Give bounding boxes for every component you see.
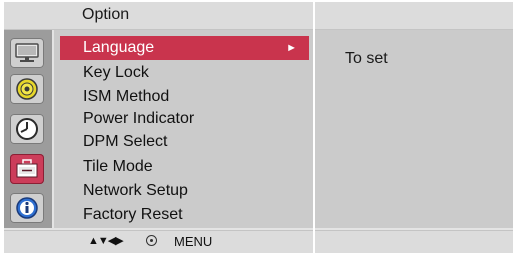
menu-item-tile-mode[interactable]: Tile Mode (60, 155, 309, 179)
menu-item-factory-reset[interactable]: Factory Reset (60, 203, 309, 227)
menu-item-label: Factory Reset (83, 206, 183, 223)
menu-item-label: Tile Mode (83, 158, 153, 175)
audio-disc-icon[interactable] (10, 74, 44, 104)
menu-item-key-lock[interactable]: Key Lock (60, 61, 309, 85)
menu-item-ism-method[interactable]: ISM Method (60, 85, 309, 109)
toolbox-icon[interactable] (10, 154, 44, 184)
monitor-icon[interactable] (10, 38, 44, 68)
osd-window: Option Language ► Key Lock ISM Method Po… (4, 2, 513, 253)
header-bar: Option (4, 2, 313, 30)
menu-item-network-setup[interactable]: Network Setup (60, 179, 309, 203)
menu-item-label: Network Setup (83, 182, 188, 199)
clock-icon[interactable] (10, 114, 44, 144)
ok-button-icon (146, 235, 157, 246)
category-sidebar (4, 30, 52, 228)
menu-item-label: Key Lock (83, 64, 149, 81)
menu-item-label: Language (83, 39, 155, 56)
info-icon[interactable] (10, 193, 44, 223)
option-menu: Language ► Key Lock ISM Method Power Ind… (54, 30, 313, 228)
nav-arrows-icon: ▲▼◀▶ (88, 235, 124, 247)
menu-item-power-indicator[interactable]: Power Indicator (60, 107, 309, 131)
header-bar-right (315, 2, 513, 30)
menu-item-language[interactable]: Language ► (60, 36, 309, 60)
menu-key-label: MENU (174, 234, 213, 249)
submenu-arrow-icon: ► (286, 42, 297, 54)
menu-item-dpm-select[interactable]: DPM Select (60, 130, 309, 154)
menu-title: Option (82, 6, 130, 23)
menu-item-label: Power Indicator (83, 110, 195, 127)
footer-bar-right (315, 230, 513, 253)
description-panel: To set (315, 30, 513, 228)
description-text: To set (345, 50, 388, 67)
menu-item-label: ISM Method (83, 88, 170, 105)
menu-item-label: DPM Select (83, 133, 168, 150)
footer-bar: ▲▼◀▶ MENU (4, 230, 313, 253)
